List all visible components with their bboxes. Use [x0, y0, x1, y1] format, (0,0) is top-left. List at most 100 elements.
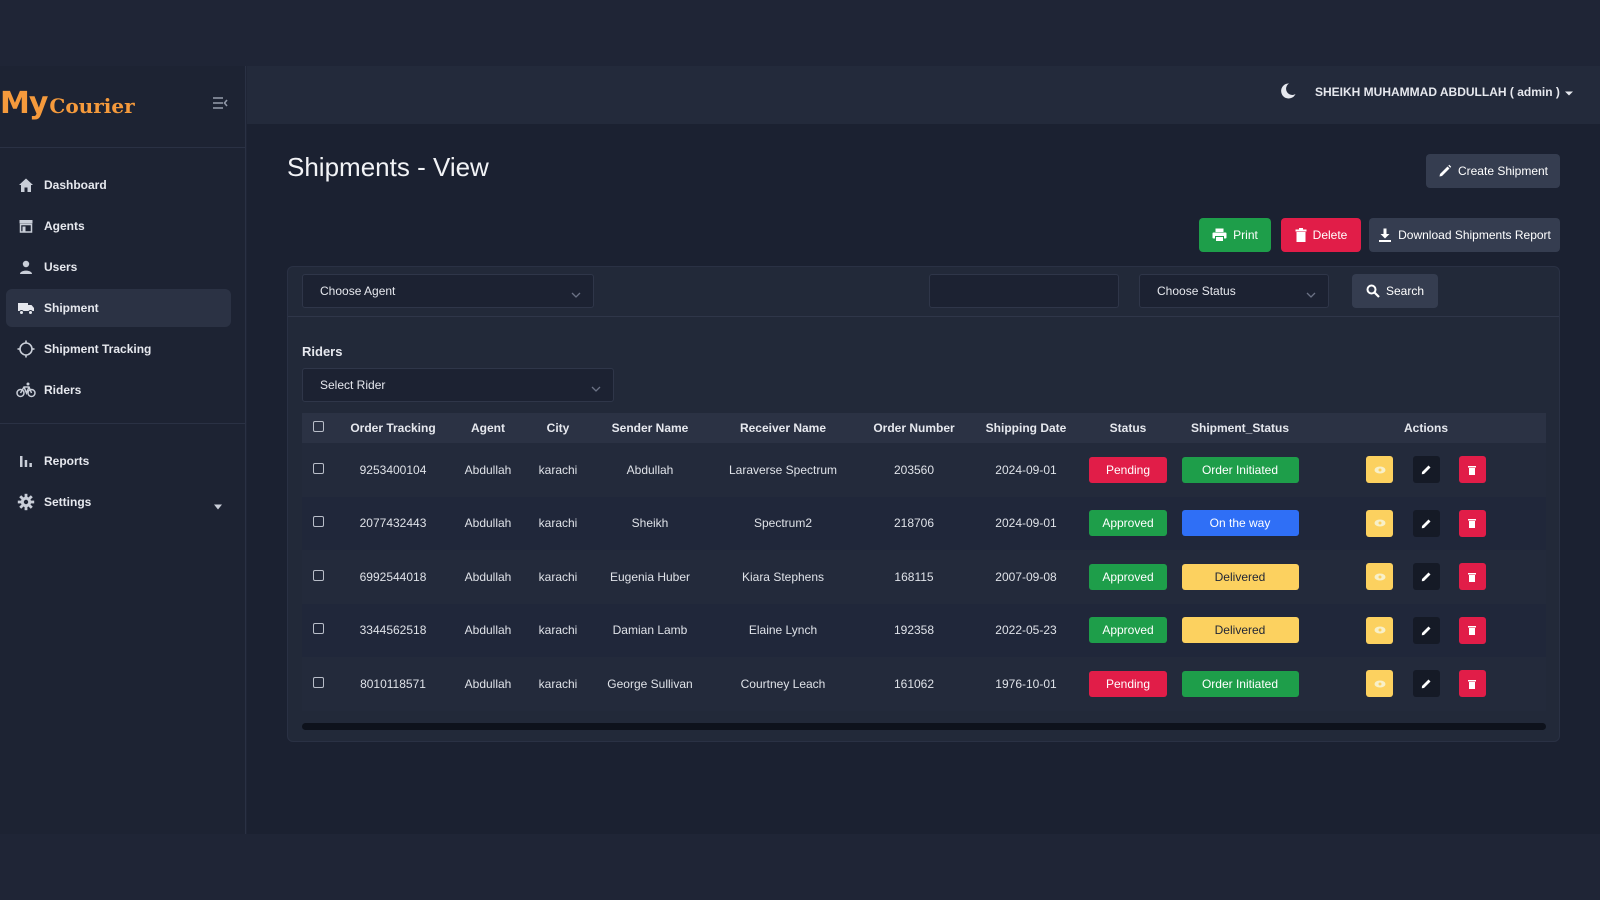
main-content: Shipments - View Create Shipment Print D… — [247, 124, 1600, 834]
edit-button[interactable] — [1412, 509, 1440, 537]
search-button[interactable]: Search — [1352, 274, 1438, 308]
cell-order-number: 161062 — [893, 676, 935, 691]
agent-select-value: Choose Agent — [320, 284, 396, 298]
column-header[interactable]: Order Tracking — [334, 413, 452, 443]
column-header[interactable]: Sender Name — [592, 413, 708, 443]
cell-city: karachi — [538, 569, 578, 584]
trash-icon — [1468, 626, 1477, 636]
view-button[interactable] — [1366, 616, 1394, 644]
table-row[interactable]: 2077432443 Abdullah karachi Sheikh Spect… — [302, 496, 1546, 550]
actions-cell — [1306, 550, 1546, 604]
view-button[interactable] — [1366, 563, 1394, 591]
search-icon — [1366, 284, 1380, 298]
column-header[interactable]: Order Number — [858, 413, 970, 443]
shipment-status-badge: Delivered — [1181, 563, 1299, 590]
delete-row-button[interactable] — [1458, 670, 1486, 698]
cell-order-tracking: 3344562518 — [359, 623, 427, 638]
cell-shipping-date: 1976-10-01 — [995, 676, 1057, 691]
select-all-cell — [302, 413, 334, 443]
status-badge: Approved — [1089, 617, 1167, 644]
sidebar-item-settings[interactable]: Settings — [6, 483, 231, 521]
pencil-icon — [1421, 572, 1430, 582]
cell-order-number: 192358 — [893, 623, 935, 638]
column-header[interactable]: Agent — [452, 413, 524, 443]
user-icon — [16, 257, 36, 277]
user-menu[interactable]: SHEIKH MUHAMMAD ABDULLAH ( admin ) — [1315, 85, 1573, 99]
printer-icon — [1212, 228, 1227, 242]
sidebar-item-dashboard[interactable]: Dashboard — [6, 166, 231, 204]
top-header: SHEIKH MUHAMMAD ABDULLAH ( admin ) — [247, 66, 1600, 124]
cell-city: karachi — [538, 676, 578, 691]
column-header[interactable]: Status — [1082, 413, 1174, 443]
create-shipment-button[interactable]: Create Shipment — [1426, 154, 1560, 188]
delete-row-button[interactable] — [1458, 616, 1486, 644]
sidebar-item-label: Dashboard — [44, 178, 107, 192]
status-badge: Pending — [1089, 456, 1167, 483]
edit-button[interactable] — [1412, 456, 1440, 484]
delete-button[interactable]: Delete — [1281, 218, 1361, 252]
sidebar-item-shipment[interactable]: Shipment — [6, 289, 231, 327]
cell-sender: Eugenia Huber — [609, 569, 691, 584]
table-row[interactable]: 3344562518 Abdullah karachi Damian Lamb … — [302, 603, 1546, 657]
sidebar-item-shipment-tracking[interactable]: Shipment Tracking — [6, 330, 231, 368]
cell-shipping-date: 2024-09-01 — [995, 462, 1057, 477]
row-checkbox[interactable] — [312, 623, 324, 635]
download-report-button[interactable]: Download Shipments Report — [1369, 218, 1560, 252]
status-select[interactable]: Choose Status — [1139, 274, 1329, 308]
delete-row-button[interactable] — [1458, 456, 1486, 484]
filter-row: Choose Agent Choose Status Search — [288, 267, 1559, 317]
view-button[interactable] — [1366, 456, 1394, 484]
print-button[interactable]: Print — [1199, 218, 1271, 252]
column-header[interactable]: Receiver Name — [708, 413, 858, 443]
sidebar-item-agents[interactable]: Agents — [6, 207, 231, 245]
cell-city: karachi — [538, 516, 578, 531]
edit-button[interactable] — [1412, 616, 1440, 644]
cell-order-number: 218706 — [893, 516, 935, 531]
chevron-down-icon — [1564, 85, 1573, 99]
delete-row-button[interactable] — [1458, 563, 1486, 591]
table-row[interactable]: 8010118571 Abdullah karachi George Sulli… — [302, 657, 1546, 711]
download-icon — [1379, 228, 1392, 242]
search-label: Search — [1385, 284, 1425, 298]
trash-icon — [1468, 679, 1477, 689]
search-input[interactable] — [929, 274, 1119, 308]
column-header[interactable]: Shipment_Status — [1174, 413, 1306, 443]
edit-button[interactable] — [1412, 563, 1440, 591]
view-button[interactable] — [1366, 670, 1394, 698]
row-checkbox[interactable] — [312, 569, 324, 581]
view-button[interactable] — [1366, 509, 1394, 537]
sidebar-item-label: Reports — [44, 454, 90, 468]
table-horizontal-scrollbar[interactable] — [302, 723, 1546, 730]
top-band — [0, 0, 1600, 66]
logo-part-my: My — [0, 86, 48, 121]
brand-area: My Courier — [0, 66, 245, 148]
agent-select[interactable]: Choose Agent — [302, 274, 594, 308]
row-checkbox[interactable] — [312, 676, 324, 688]
sidebar-collapse-icon[interactable] — [212, 96, 228, 110]
table-row[interactable]: 6992544018 Abdullah karachi Eugenia Hube… — [302, 550, 1546, 604]
rider-select[interactable]: Select Rider — [302, 368, 614, 402]
logo-part-courier: Courier — [49, 94, 135, 118]
edit-button[interactable] — [1412, 670, 1440, 698]
table-row[interactable]: 9253400104 Abdullah karachi Abdullah Lar… — [302, 443, 1546, 497]
page-title: Shipments - View — [287, 152, 489, 182]
row-checkbox[interactable] — [312, 516, 324, 528]
actions-cell — [1306, 443, 1546, 497]
moon-icon[interactable] — [1279, 82, 1297, 100]
logo[interactable]: My Courier — [0, 86, 135, 121]
cell-order-number: 168115 — [894, 569, 934, 584]
row-checkbox[interactable] — [312, 462, 324, 474]
select-all-checkbox[interactable] — [312, 421, 324, 432]
sidebar: My Courier Dashboard Agents Users Shipme… — [0, 66, 246, 834]
sidebar-item-reports[interactable]: Reports — [6, 442, 231, 480]
store-icon — [16, 216, 36, 236]
column-header[interactable]: Shipping Date — [970, 413, 1082, 443]
delete-row-button[interactable] — [1458, 509, 1486, 537]
status-badge: Approved — [1089, 563, 1167, 590]
sidebar-item-users[interactable]: Users — [6, 248, 231, 286]
sidebar-item-riders[interactable]: Riders — [6, 371, 231, 409]
cell-receiver: Spectrum2 — [753, 516, 813, 531]
create-shipment-label: Create Shipment — [1457, 164, 1549, 178]
cell-city: karachi — [538, 462, 578, 477]
column-header[interactable]: City — [524, 413, 592, 443]
